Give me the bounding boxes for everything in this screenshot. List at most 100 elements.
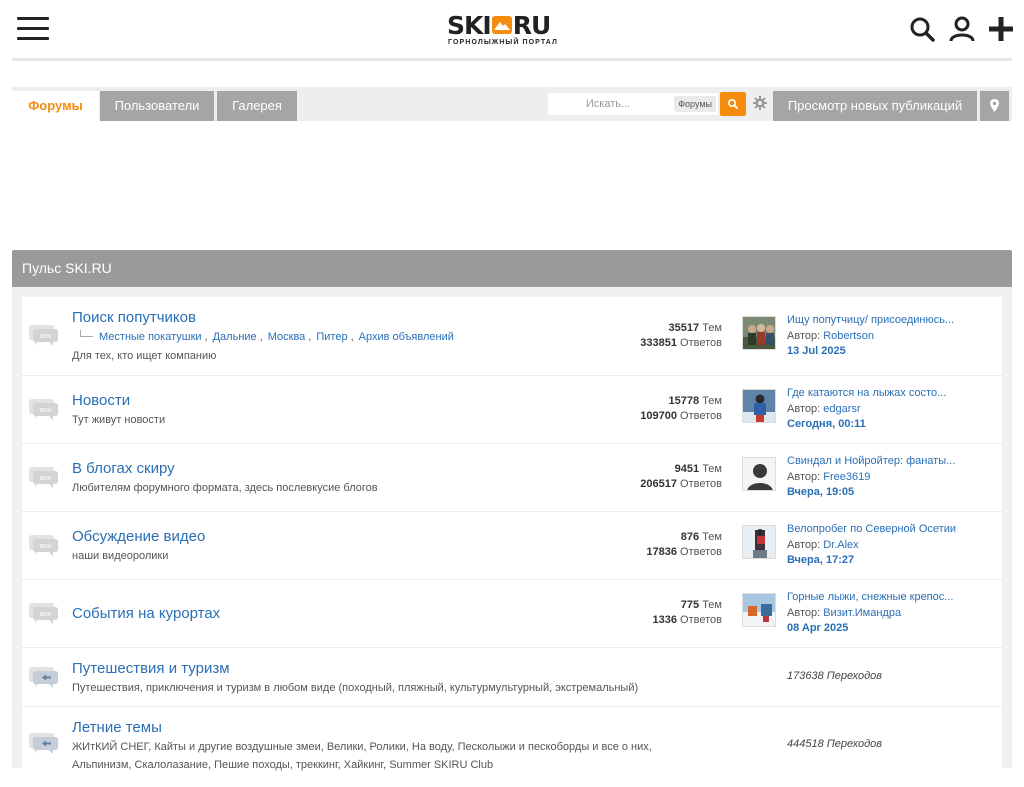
last-post-info: Где катаются на лыжах состо... Автор: ed… <box>787 386 946 433</box>
forum-row: NEW События на курортах 775 Тем 1336 Отв… <box>22 580 1002 648</box>
last-post-author[interactable]: Robertson <box>823 330 874 342</box>
forum-stats: 876 Тем 17836 Ответов <box>602 530 722 560</box>
forum-list: NEW Поиск попутчиков Местные покатушки, Д… <box>22 297 1002 787</box>
last-post-date[interactable]: 13 Jul 2025 <box>787 344 954 360</box>
snow-photo-icon <box>743 594 775 626</box>
site-logo[interactable]: SKI RU ГОРНОЛЫЖНЫЙ ПОРТАЛ <box>447 13 559 49</box>
last-post-info: Ищу попутчицу/ присоединюсь... Автор: Ro… <box>787 313 954 360</box>
last-post-author[interactable]: edgarsr <box>823 403 860 415</box>
reply-label: Ответов <box>680 546 722 558</box>
last-post-title[interactable]: Ищу попутчицу/ присоединюсь... <box>787 313 954 329</box>
view-new-posts-button[interactable]: Просмотр новых публикаций <box>773 91 977 121</box>
reply-count: 206517 <box>640 478 677 490</box>
default-user-icon <box>743 458 775 490</box>
last-post-title[interactable]: Где катаются на лыжах состо... <box>787 386 946 402</box>
reply-label: Ответов <box>680 410 722 422</box>
forum-title[interactable]: Обсуждение видео <box>72 528 205 545</box>
forum-row: NEW Обсуждение видео наши видеоролики 87… <box>22 512 1002 580</box>
forum-bubble-icon: NEW <box>29 399 58 420</box>
last-post-date[interactable]: 08 Apr 2025 <box>787 621 953 637</box>
last-post-title[interactable]: Горные лыжи, снежные крепос... <box>787 590 953 606</box>
last-poster-avatar[interactable] <box>742 389 776 423</box>
plus-icon[interactable] <box>987 15 1015 43</box>
subforum-link[interactable]: Москва <box>268 331 306 343</box>
last-post-author[interactable]: Dr.Alex <box>823 539 858 551</box>
forum-description: Любителям форумного формата, здесь после… <box>72 482 378 494</box>
last-post-title[interactable]: Свиндал и Нойройтер: фанаты... <box>787 454 955 470</box>
last-poster-avatar[interactable] <box>742 525 776 559</box>
subforum-link[interactable]: Местные покатушки <box>99 331 202 343</box>
redirect-forum-icon <box>29 733 58 754</box>
tab-users[interactable]: Пользователи <box>100 91 214 121</box>
search-input[interactable] <box>548 93 668 115</box>
last-poster-avatar[interactable] <box>742 457 776 491</box>
tab-gallery[interactable]: Галерея <box>217 91 297 121</box>
search-scope-dropdown[interactable]: Форумы <box>674 96 716 112</box>
svg-text:NEW: NEW <box>40 612 52 618</box>
last-post-title[interactable]: Велопробег по Северной Осетии <box>787 522 956 538</box>
reply-label: Ответов <box>680 478 722 490</box>
forum-stats: 9451 Тем 206517 Ответов <box>602 462 722 492</box>
last-post-date[interactable]: Вчера, 17:27 <box>787 553 956 569</box>
forum-title[interactable]: Поиск попутчиков <box>72 309 196 326</box>
last-post-author-label: Автор: <box>787 329 821 342</box>
reply-count: 109700 <box>640 410 677 422</box>
redirect-forum-icon <box>29 667 58 688</box>
topic-label: Тем <box>702 531 722 543</box>
forum-row: NEW В блогах скиру Любителям форумного ф… <box>22 444 1002 512</box>
last-post-author[interactable]: Free3619 <box>823 471 870 483</box>
forum-description: наши видеоролики <box>72 550 169 562</box>
subforum-link[interactable]: Архив объявлений <box>359 331 454 343</box>
category-header[interactable]: Пульс SKI.RU <box>12 250 1012 287</box>
search-submit-button[interactable] <box>720 92 746 116</box>
forum-title[interactable]: События на курортах <box>72 605 220 622</box>
forum-row: Путешествия и туризм Путешествия, приклю… <box>22 648 1002 707</box>
reply-count: 17836 <box>646 546 677 558</box>
subforum-link[interactable]: Питер <box>316 331 347 343</box>
forum-title[interactable]: Путешествия и туризм <box>72 660 230 677</box>
skier-photo-icon <box>743 390 775 422</box>
forum-title[interactable]: Летние темы <box>72 719 162 736</box>
site-header: SKI RU ГОРНОЛЫЖНЫЙ ПОРТАЛ <box>0 0 1024 58</box>
search-icon <box>728 99 738 109</box>
group-photo-icon <box>743 317 775 349</box>
forum-bubble-icon: NEW <box>29 467 58 488</box>
forum-description-line: Альпинизм, Скалолазание, Пешие походы, т… <box>72 759 494 771</box>
search-icon[interactable] <box>908 15 936 43</box>
last-post-author-label: Автор: <box>787 402 821 415</box>
location-button[interactable] <box>980 91 1009 121</box>
topic-count: 35517 <box>668 322 700 334</box>
last-post-author-label: Автор: <box>787 470 821 483</box>
gear-icon[interactable] <box>752 95 768 111</box>
topic-label: Тем <box>702 599 722 611</box>
tab-forums[interactable]: Форумы <box>12 91 99 121</box>
forum-title[interactable]: Новости <box>72 392 130 409</box>
forum-row: NEW Поиск попутчиков Местные покатушки, Д… <box>22 297 1002 376</box>
redirect-count: 444518 Переходов <box>787 738 883 750</box>
topic-count: 876 <box>680 531 700 543</box>
svg-text:NEW: NEW <box>40 544 52 550</box>
user-icon[interactable] <box>948 15 976 43</box>
topic-count: 775 <box>680 599 700 611</box>
last-poster-avatar[interactable] <box>742 316 776 350</box>
cyclist-photo-icon <box>743 526 775 558</box>
last-post-info: Велопробег по Северной Осетии Автор: Dr.… <box>787 522 956 569</box>
forum-title[interactable]: В блогах скиру <box>72 460 175 477</box>
last-post-date[interactable]: Сегодня, 00:11 <box>787 417 946 433</box>
topic-label: Тем <box>702 395 722 407</box>
menu-hamburger-icon[interactable] <box>17 17 49 41</box>
svg-text:NEW: NEW <box>40 476 52 482</box>
last-post-date[interactable]: Вчера, 19:05 <box>787 485 955 501</box>
last-post-author-label: Автор: <box>787 606 821 619</box>
forum-stats: 35517 Тем 333851 Ответов <box>602 321 722 351</box>
search-box: Форумы <box>547 92 719 116</box>
map-pin-icon <box>990 99 999 112</box>
last-poster-avatar[interactable] <box>742 593 776 627</box>
logo-wordmark: SKI RU <box>447 11 551 40</box>
last-post-info: Свиндал и Нойройтер: фанаты... Автор: Fr… <box>787 454 955 501</box>
last-post-author-label: Автор: <box>787 538 821 551</box>
svg-text:NEW: NEW <box>40 334 52 340</box>
last-post-author[interactable]: Визит.Имандра <box>823 607 901 619</box>
subforum-link[interactable]: Дальние <box>213 331 257 343</box>
tree-branch-icon <box>80 330 93 337</box>
